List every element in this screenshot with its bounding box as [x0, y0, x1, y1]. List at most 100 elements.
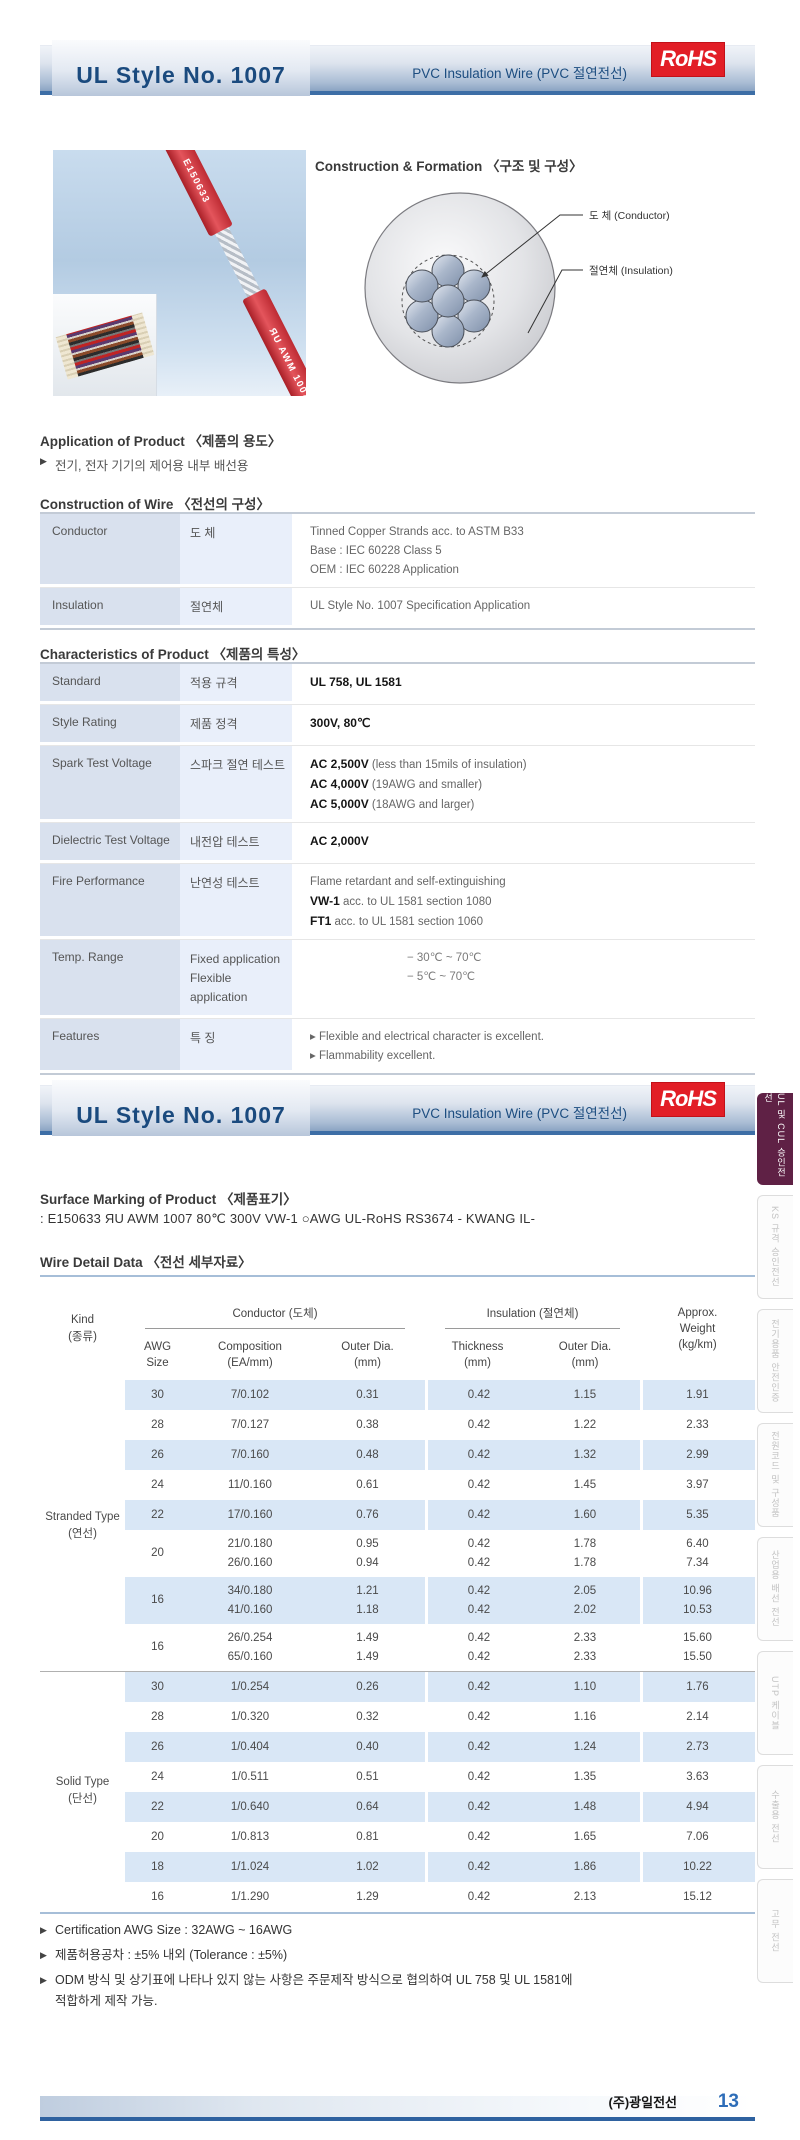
table-cell: 30	[125, 1380, 190, 1410]
spec-label-en: Insulation	[40, 588, 180, 628]
cell-line: 6.40	[686, 1535, 708, 1554]
cable-print-bottom: ЯU AWM 1007	[267, 327, 306, 396]
table-row: 201/0.8130.810.421.657.06	[40, 1822, 755, 1852]
cell-line: 20	[151, 1544, 164, 1563]
table-cell: 0.42	[425, 1882, 530, 1912]
kind-header-en: Kind	[71, 1312, 94, 1329]
table-cell: 16	[125, 1624, 190, 1671]
char-value: AC 2,500V (less than 15mils of insulatio…	[292, 746, 755, 822]
cell-line: 0.42	[468, 1858, 490, 1877]
wire-subheader: Composition(EA/mm)	[190, 1329, 310, 1380]
char-label-kr-line: 스파크 절연 테스트	[190, 756, 292, 775]
cell-line: 1/0.404	[231, 1738, 269, 1757]
char-value-line: AC 2,000V	[310, 832, 755, 852]
table-cell: 3.63	[640, 1762, 752, 1792]
cell-line: 0.81	[356, 1828, 378, 1847]
cell-line: 5.35	[686, 1506, 708, 1525]
harness-wires	[66, 315, 143, 376]
cable-jacket-top: E150633	[159, 150, 232, 237]
cell-line: 30	[151, 1386, 164, 1405]
table-cell: 1.35	[530, 1762, 640, 1792]
cell-line: 11/0.160	[228, 1476, 272, 1495]
cell-line: 1.48	[574, 1798, 596, 1817]
cell-line: 0.42	[468, 1446, 490, 1465]
note-line: 적합하게 제작 가능.	[55, 1991, 755, 2012]
subheader-l2: (EA/mm)	[227, 1355, 272, 1371]
cable-print-top: E150633	[180, 157, 212, 205]
cell-line: 0.95	[356, 1535, 378, 1554]
table-cell: 18	[125, 1852, 190, 1882]
table-cell: 1.02	[310, 1852, 425, 1882]
char-value-line: UL 758, UL 1581	[310, 673, 755, 693]
table-row: 2411/0.1600.610.421.453.97	[40, 1470, 755, 1500]
product-photo: E150633 ЯU AWM 1007	[53, 150, 306, 396]
page-number: 13	[718, 2091, 739, 2113]
cell-line: 1/0.254	[231, 1678, 269, 1697]
table-cell: 2.332.33	[530, 1624, 640, 1671]
table-cell: 2.99	[640, 1440, 752, 1470]
cell-line: 1/0.640	[231, 1798, 269, 1817]
char-value-line: − 5℃ ~ 70℃	[407, 968, 755, 987]
kind-label-en: Stranded Type	[45, 1509, 120, 1526]
sidebar-tab: UTP 케이블	[757, 1651, 793, 1755]
wire-subheader: AWGSize	[125, 1329, 190, 1380]
table-cell: 7.06	[640, 1822, 752, 1852]
table-row: 281/0.3200.320.421.162.14	[40, 1702, 755, 1732]
cell-line: 0.32	[356, 1708, 378, 1727]
cell-line: 3.63	[686, 1768, 708, 1787]
cell-line: 16	[151, 1638, 164, 1657]
kind-label-kr: (단선)	[68, 1791, 97, 1808]
cell-line: 26/0.160	[228, 1554, 273, 1573]
cell-line: 1.32	[574, 1446, 596, 1465]
kind-group-label: Solid Type(단선)	[40, 1671, 125, 1911]
cell-line: 0.31	[356, 1386, 378, 1405]
rohs-badge-2: RoHS	[651, 1082, 725, 1117]
cell-line: 1.02	[356, 1858, 378, 1877]
cell-line: 1/0.813	[231, 1828, 269, 1847]
spec-value-line: Tinned Copper Strands acc. to ASTM B33	[310, 523, 755, 542]
note-line: ODM 방식 및 상기표에 나타나 있지 않는 사항은 주문제작 방식으로 협의…	[55, 1970, 755, 1991]
wire-subheader: Outer Dia.(mm)	[310, 1329, 425, 1380]
table-cell: 0.42	[425, 1852, 530, 1882]
row-cells: 267/0.1600.480.421.322.99	[125, 1440, 755, 1470]
table-cell: 2.13	[530, 1882, 640, 1912]
table-cell: 0.42	[425, 1672, 530, 1702]
marking-heading: Surface Marking of Product 〈제품표기〉	[40, 1188, 297, 1208]
table-cell: 1.15	[530, 1380, 640, 1410]
cell-line: 0.26	[356, 1678, 378, 1697]
table-cell: 22	[125, 1500, 190, 1530]
sidebar-tab: 수출용 전선	[757, 1765, 793, 1869]
table-cell: 2.14	[640, 1702, 752, 1732]
page-subtitle: PVC Insulation Wire (PVC 절연전선)	[412, 62, 627, 82]
cell-line: 1.24	[574, 1738, 596, 1757]
table-cell: 1/1.024	[190, 1852, 310, 1882]
cell-line: 1.35	[574, 1768, 596, 1787]
subheader-l1: Outer Dia.	[559, 1339, 611, 1355]
char-label-kr: 적용 규격	[180, 664, 292, 704]
cell-line: 17/0.160	[228, 1506, 273, 1525]
cell-line: 0.42	[468, 1888, 490, 1907]
construction-row: Insulation절연체UL Style No. 1007 Specifica…	[40, 588, 755, 628]
cell-line: 22	[151, 1798, 164, 1817]
row-cells: 241/0.5110.510.421.353.63	[125, 1762, 755, 1792]
page-header-2: UL Style No. 1007 PVC Insulation Wire (P…	[40, 1085, 755, 1135]
row-cells: 2411/0.1600.610.421.453.97	[125, 1470, 755, 1500]
char-value: − 30℃ ~ 70℃− 5℃ ~ 70℃	[292, 940, 755, 1018]
row-cells: 287/0.1270.380.421.222.33	[125, 1410, 755, 1440]
cell-line: 21/0.180	[228, 1535, 273, 1554]
table-cell: 0.42	[425, 1732, 530, 1762]
cell-line: 1.49	[356, 1629, 378, 1648]
note-line: 제품허용공차 : ±5% 내외 (Tolerance : ±5%)	[55, 1945, 755, 1966]
cell-line: 0.42	[468, 1708, 490, 1727]
table-cell: 1.45	[530, 1470, 640, 1500]
spec-value-line: UL Style No. 1007 Specification Applicat…	[310, 597, 755, 616]
cell-line: 16	[151, 1888, 164, 1907]
table-cell: 28	[125, 1410, 190, 1440]
kind-column-header: Kind (종류)	[40, 1277, 125, 1380]
cell-line: 15.50	[683, 1648, 712, 1667]
table-cell: 24	[125, 1762, 190, 1792]
cell-line: 1/1.024	[231, 1858, 269, 1877]
cell-line: 10.53	[683, 1601, 712, 1620]
page-subtitle-2: PVC Insulation Wire (PVC 절연전선)	[412, 1102, 627, 1122]
table-cell: 5.35	[640, 1500, 752, 1530]
